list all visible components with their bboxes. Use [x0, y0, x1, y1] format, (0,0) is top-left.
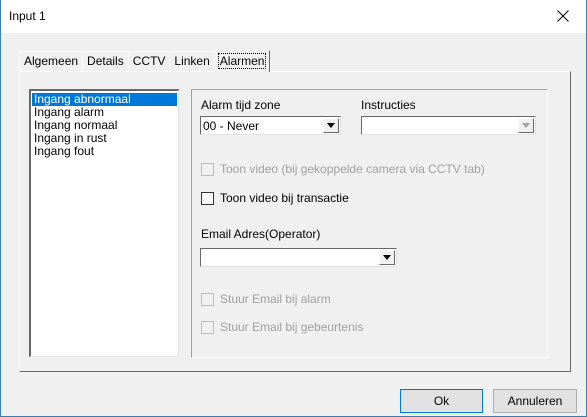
list-item[interactable]: Ingang fout [32, 145, 177, 158]
checkbox-box [201, 292, 214, 306]
title-bar: Input 1 [1, 0, 586, 33]
ok-button[interactable]: Ok [400, 389, 483, 413]
chevron-down-icon [327, 123, 335, 128]
alarm-zone-value: 00 - Never [203, 119, 260, 133]
tab-strip: Algemeen Details CCTV Linken Alarmen [19, 49, 271, 72]
alarm-zone-dropdown-button[interactable] [323, 118, 339, 133]
alarm-zone-select[interactable]: 00 - Never [200, 116, 341, 135]
show-video-linked-checkbox[interactable]: Toon video (bij gekoppelde camera via CC… [201, 162, 485, 176]
instructions-dropdown-button[interactable] [518, 118, 534, 133]
tab-linken[interactable]: Linken [169, 51, 215, 71]
close-button[interactable] [540, 0, 586, 32]
instructions-select[interactable] [361, 116, 536, 135]
close-icon [557, 10, 569, 22]
chevron-down-icon [522, 123, 530, 128]
show-video-transaction-label: Toon video bij transactie [220, 191, 349, 205]
email-select[interactable] [200, 248, 397, 267]
show-video-linked-label: Toon video (bij gekoppelde camera via CC… [220, 162, 485, 176]
email-label: Email Adres(Operator) [201, 227, 321, 241]
send-email-event-label: Stuur Email bij gebeurtenis [220, 320, 364, 334]
tab-details[interactable]: Details [82, 51, 129, 71]
tab-label: Details [87, 54, 124, 68]
tab-label: CCTV [132, 54, 166, 68]
show-video-transaction-checkbox[interactable]: Toon video bij transactie [201, 191, 349, 205]
chevron-down-icon [383, 255, 391, 260]
send-email-alarm-label: Stuur Email bij alarm [220, 292, 331, 306]
checkbox-box [201, 191, 214, 205]
tab-label: Algemeen [24, 54, 79, 68]
window-title: Input 1 [9, 9, 46, 23]
alarm-zone-label: Alarm tijd zone [201, 98, 281, 112]
tab-label: Alarmen [217, 53, 267, 69]
checkbox-box [201, 162, 214, 176]
tab-algemeen[interactable]: Algemeen [19, 51, 84, 71]
instructions-label: Instructies [361, 98, 416, 112]
send-email-event-checkbox[interactable]: Stuur Email bij gebeurtenis [201, 320, 363, 334]
send-email-alarm-checkbox[interactable]: Stuur Email bij alarm [201, 292, 331, 306]
tab-cctv[interactable]: CCTV [127, 51, 171, 71]
email-dropdown-button[interactable] [379, 250, 395, 265]
tab-alarmen[interactable]: Alarmen [213, 50, 271, 72]
checkbox-box [201, 320, 214, 334]
dialog-window: Input 1 Algemeen Details CCTV Linken Ala… [0, 0, 587, 417]
tab-label: Linken [174, 54, 210, 68]
cancel-button[interactable]: Annuleren [493, 389, 577, 413]
alarm-type-listbox[interactable]: Ingang abnormaal Ingang alarm Ingang nor… [29, 89, 179, 357]
